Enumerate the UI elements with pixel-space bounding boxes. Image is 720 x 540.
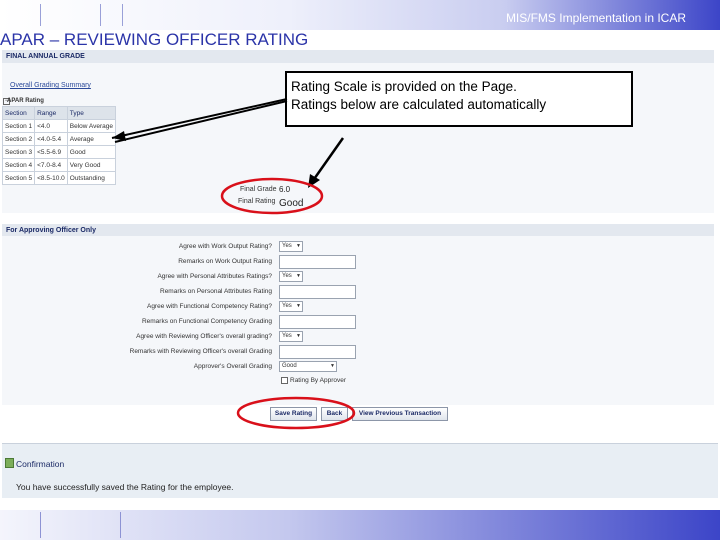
table-cell: Outstanding — [66, 171, 117, 185]
reviewing-officer-remarks-input[interactable] — [279, 345, 356, 359]
field-label: Agree with Reviewing Officer's overall g… — [136, 333, 272, 340]
field-label: Remarks on Functional Competency Grading — [141, 318, 272, 325]
final-grade-value: 6.0 — [279, 185, 291, 194]
bottom-band — [0, 510, 720, 540]
functional-competency-remarks-input[interactable] — [279, 315, 356, 329]
select-value: Yes — [282, 273, 292, 279]
table-cell: <4.0 — [34, 119, 68, 133]
select-value: Yes — [282, 333, 292, 339]
chevron-down-icon: ▼ — [330, 363, 335, 369]
chevron-down-icon: ▼ — [296, 303, 301, 309]
table-cell: Very Good — [66, 158, 117, 172]
slide-title: APAR – REVIEWING OFFICER RATING — [0, 30, 309, 49]
reviewing-officer-agree-select[interactable]: Yes ▼ — [279, 331, 303, 342]
select-value: Yes — [282, 243, 292, 249]
apar-rating-label: APAR Rating — [7, 98, 44, 104]
table-cell: Section 1 — [1, 119, 36, 133]
column-header: Type — [66, 106, 117, 120]
table-row: Section 1 <4.0 Below Average — [1, 119, 117, 133]
save-rating-button[interactable]: Save Rating — [270, 407, 317, 421]
confirmation-message: You have successfully saved the Rating f… — [16, 482, 234, 492]
confirmation-title: Confirmation — [16, 459, 65, 469]
functional-competency-agree-select[interactable]: Yes ▼ — [279, 301, 303, 312]
approver-overall-grading-select[interactable]: Good ▼ — [279, 361, 337, 372]
annotation-callout: Rating Scale is provided on the Page. Ra… — [285, 71, 633, 127]
band-mark — [120, 512, 121, 538]
rating-by-approver-label: Rating By Approver — [290, 377, 347, 384]
table-header-row: Section Range Type — [1, 106, 117, 120]
work-output-agree-select[interactable]: Yes ▼ — [279, 241, 303, 252]
band-mark — [100, 4, 101, 26]
table-cell: Good — [66, 145, 117, 159]
confirmation-icon — [5, 458, 14, 468]
work-output-remarks-input[interactable] — [279, 255, 356, 269]
final-grade-label: Final Grade — [240, 186, 277, 193]
table-cell: Below Average — [66, 119, 117, 133]
table-cell: <7.0-8.4 — [34, 158, 68, 172]
table-row: Section 5 <8.5-10.0 Outstanding — [1, 171, 117, 185]
final-rating-value: Good — [279, 198, 304, 209]
table-cell: <8.5-10.0 — [34, 171, 68, 185]
table-row: Section 2 <4.0-5.4 Average — [1, 132, 117, 146]
view-previous-transaction-button[interactable]: View Previous Transaction — [352, 407, 448, 421]
select-value: Yes — [282, 303, 292, 309]
field-label: Agree with Functional Competency Rating? — [146, 303, 272, 310]
table-row: Section 3 <5.5-6.9 Good — [1, 145, 117, 159]
table-row: Section 4 <7.0-8.4 Very Good — [1, 158, 117, 172]
personal-attributes-remarks-input[interactable] — [279, 285, 356, 299]
table-cell: Section 5 — [1, 171, 36, 185]
callout-line: Rating Scale is provided on the Page. — [291, 79, 517, 94]
rating-scale-table: Section Range Type Section 1 <4.0 Below … — [1, 106, 117, 185]
field-label: Approver's Overall Grading — [193, 363, 272, 370]
header-text: MIS/FMS Implementation in ICAR — [505, 11, 686, 25]
field-label: Remarks on Work Output Rating — [178, 258, 272, 265]
table-cell: Section 2 — [1, 132, 36, 146]
table-cell: <5.5-6.9 — [34, 145, 68, 159]
field-label: Agree with Work Output Rating? — [178, 243, 272, 250]
personal-attributes-agree-select[interactable]: Yes ▼ — [279, 271, 303, 282]
table-cell: Section 3 — [1, 145, 36, 159]
field-label: Agree with Personal Attributes Ratings? — [157, 273, 272, 280]
column-header: Range — [34, 106, 68, 120]
band-mark — [40, 4, 41, 26]
band-mark — [122, 4, 123, 26]
final-rating-label: Final Rating — [238, 198, 276, 205]
confirmation-panel: Confirmation You have successfully saved… — [2, 443, 718, 498]
field-label: Remarks with Reviewing Officer's overall… — [129, 348, 272, 355]
rating-by-approver-checkbox[interactable] — [281, 377, 288, 384]
overall-grading-link[interactable]: Overall Grading Summary — [10, 82, 91, 89]
band-mark — [40, 512, 41, 538]
chevron-down-icon: ▼ — [296, 243, 301, 249]
approving-officer-panel: Agree with Work Output Rating? Yes ▼ Rema… — [2, 236, 714, 405]
field-label: Remarks on Personal Attributes Rating — [160, 288, 272, 295]
final-grade-header: FINAL ANNUAL GRADE — [2, 50, 714, 63]
table-cell: Average — [66, 132, 117, 146]
back-button[interactable]: Back — [321, 407, 348, 421]
callout-line: Ratings below are calculated automatical… — [291, 97, 547, 112]
chevron-down-icon: ▼ — [296, 333, 301, 339]
chevron-down-icon: ▼ — [296, 273, 301, 279]
table-cell: Section 4 — [1, 158, 36, 172]
table-cell: <4.0-5.4 — [34, 132, 68, 146]
column-header: Section — [1, 106, 36, 120]
select-value: Good — [282, 363, 297, 369]
